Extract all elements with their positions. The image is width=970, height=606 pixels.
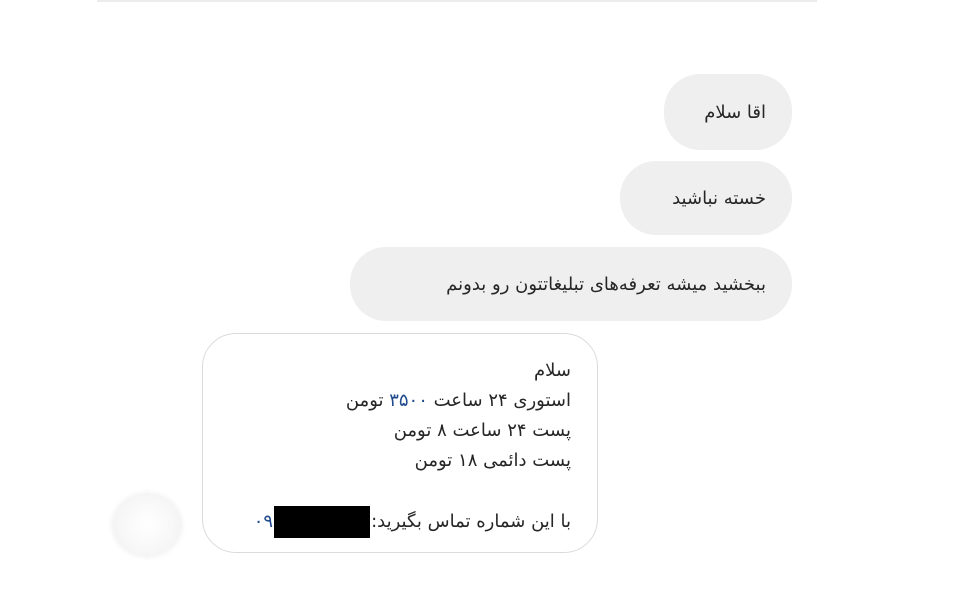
story-price-prefix: استوری ۲۴ ساعت (427, 390, 571, 411)
reply-spacer (229, 476, 571, 506)
reply-contact-line: با این شماره تماس بگیرید: ۰۹ (229, 506, 571, 538)
message-bubble-outgoing[interactable]: ببخشید میشه تعرفه‌های تبلیغاتتون رو بدون… (350, 247, 792, 321)
user-avatar[interactable] (114, 495, 180, 555)
message-text: ببخشید میشه تعرفه‌های تبلیغاتتون رو بدون… (446, 273, 766, 295)
story-price-value[interactable]: ۳۵۰۰ (389, 390, 428, 411)
reply-greeting: سلام (534, 360, 571, 381)
top-divider (97, 0, 817, 2)
story-price-suffix: تومن (345, 390, 390, 411)
redacted-phone-number (274, 506, 371, 538)
reply-story-price-line: استوری ۲۴ ساعت ۳۵۰۰ تومن (229, 386, 571, 416)
message-bubble-outgoing[interactable]: اقا سلام (664, 74, 792, 150)
reply-post24-line: پست ۲۴ ساعت ۸ تومن (393, 420, 571, 441)
contact-label: با این شماره تماس بگیرید: (371, 511, 571, 532)
message-bubble-outgoing[interactable]: خسته نباشید (620, 161, 792, 235)
message-bubble-incoming[interactable]: سلام استوری ۲۴ ساعت ۳۵۰۰ تومن پست ۲۴ ساع… (202, 333, 598, 553)
message-text: اقا سلام (704, 101, 766, 123)
phone-number-link[interactable]: ۰۹ (254, 507, 273, 537)
reply-post-permanent-line: پست دائمی ۱۸ تومن (414, 450, 571, 471)
message-text: خسته نباشید (672, 187, 766, 209)
